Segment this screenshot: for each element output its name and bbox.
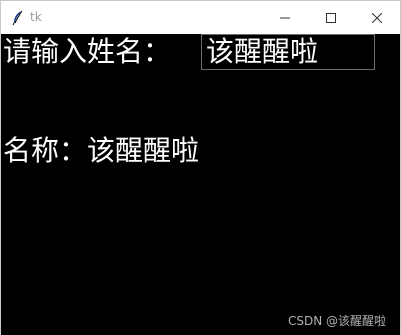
csdn-watermark: CSDN @该醒醒啦 xyxy=(287,314,386,328)
name-prompt-label: 请输入姓名： xyxy=(3,35,172,68)
maximize-icon xyxy=(326,8,336,27)
name-result-label: 名称：该醒醒啦 xyxy=(3,134,200,167)
minimize-button[interactable] xyxy=(262,1,308,34)
tk-window: tk 请输入姓名： 该醒醒啦 名称：该醒醒啦 CSDN @该醒醒啦 xyxy=(0,0,401,335)
feather-icon xyxy=(11,10,25,26)
close-button[interactable] xyxy=(354,1,400,34)
minimize-icon xyxy=(280,8,290,27)
close-icon xyxy=(371,8,383,27)
name-entry-field[interactable]: 该醒醒啦 xyxy=(201,34,375,70)
window-title: tk xyxy=(30,10,42,24)
client-area: 请输入姓名： 该醒醒啦 名称：该醒醒啦 CSDN @该醒醒啦 xyxy=(1,34,400,335)
title-bar[interactable]: tk xyxy=(1,1,400,34)
maximize-button[interactable] xyxy=(308,1,354,34)
